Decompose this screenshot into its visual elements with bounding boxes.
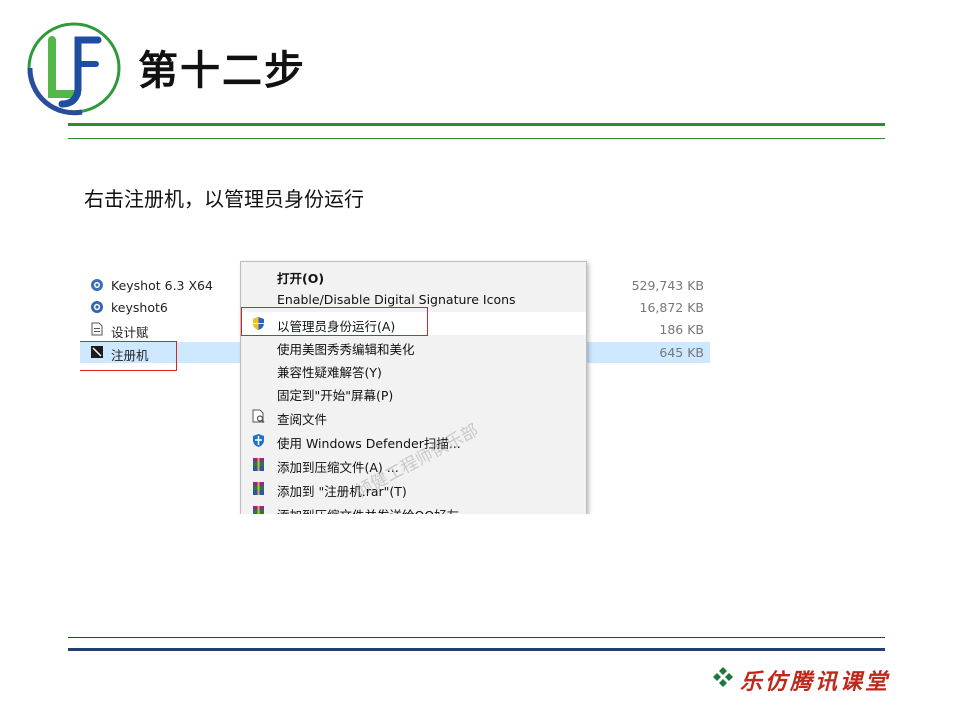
lf-logo: [27, 22, 121, 116]
document-icon: [91, 322, 103, 336]
file-size: 529,743 KB: [631, 278, 704, 293]
footer-divider-thick: [68, 648, 885, 651]
menu-item-label: 兼容性疑难解答(Y): [277, 365, 382, 380]
menu-item-add-rar[interactable]: 添加到 "注册机.rar"(T): [241, 477, 586, 500]
file-size: 16,872 KB: [639, 300, 704, 315]
winrar-icon: [253, 506, 264, 514]
menu-item-compatibility[interactable]: 兼容性疑难解答(Y): [241, 358, 586, 381]
file-search-icon: [252, 409, 265, 423]
header-divider-thin: [68, 138, 885, 139]
menu-item-archive-send-qq[interactable]: 添加到压缩文件并发送给QQ好友: [241, 501, 586, 514]
header-divider-thick: [68, 123, 885, 126]
menu-item-label: 固定到"开始"屏幕(P): [277, 388, 394, 403]
file-name: keyshot6: [111, 300, 168, 315]
slide-title: 第十二步: [138, 48, 306, 94]
file-highlight-box: [80, 341, 177, 371]
file-name: 设计赋: [111, 325, 149, 340]
file-size: 186 KB: [659, 322, 704, 337]
file-size: 645 KB: [659, 345, 704, 360]
menu-highlight-box: [241, 307, 428, 336]
menu-item-meitu[interactable]: 使用美图秀秀编辑和美化: [241, 335, 586, 358]
menu-item-label: 使用美图秀秀编辑和美化: [277, 342, 415, 357]
keyshot-app-icon: [91, 301, 103, 313]
menu-item-label: 添加到压缩文件并发送给QQ好友: [277, 505, 459, 514]
winrar-icon: [253, 458, 264, 471]
defender-icon: [253, 434, 264, 447]
footer-divider-thin: [68, 637, 885, 638]
diamond-cluster-icon: [713, 667, 733, 687]
menu-item-label: 打开(O): [277, 271, 325, 286]
keyshot-app-icon: [91, 279, 103, 291]
menu-item-label: 查阅文件: [277, 412, 328, 427]
menu-item-pin-start[interactable]: 固定到"开始"屏幕(P): [241, 381, 586, 404]
file-name: Keyshot 6.3 X64: [111, 278, 213, 293]
footer-brand: 乐仿腾讯课堂: [740, 669, 891, 695]
context-menu: 打开(O) Enable/Disable Digital Signature I…: [240, 261, 587, 514]
menu-item-open[interactable]: 打开(O): [241, 264, 586, 287]
winrar-icon: [253, 482, 264, 495]
menu-item-view-file[interactable]: 查阅文件: [241, 405, 586, 428]
menu-item-label: Enable/Disable Digital Signature Icons: [277, 292, 516, 307]
instruction-text: 右击注册机，以管理员身份运行: [84, 187, 364, 211]
